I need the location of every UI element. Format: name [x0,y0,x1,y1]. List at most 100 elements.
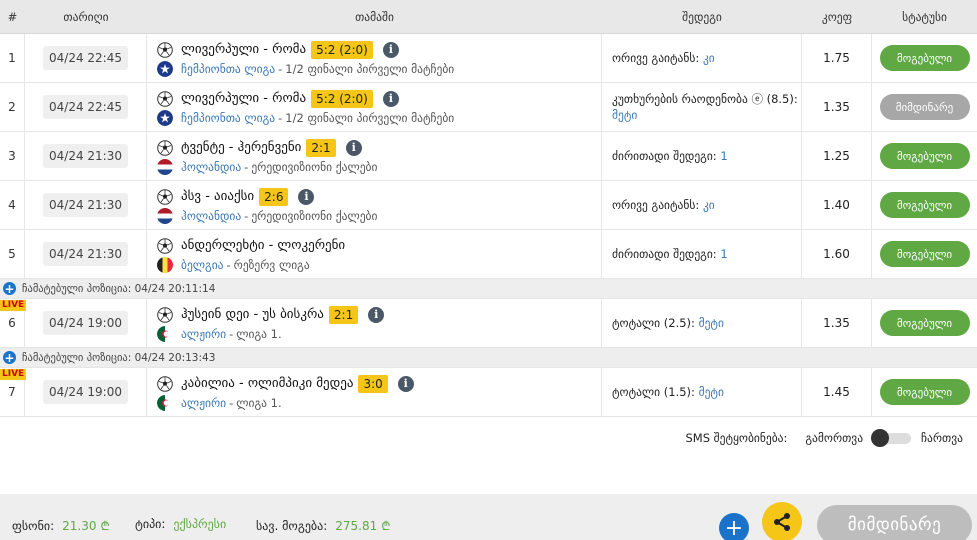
football-icon [157,90,173,107]
football-icon [157,188,173,205]
added-position-text: ჩამატებული პოზიცია: 04/24 20:11:14 [22,282,216,295]
plus-icon[interactable]: + [3,282,16,295]
table-row: 3 04/24 21:30 ტვენტე - ჰერენვენი 2:1 i ჰოლანდ… [0,132,977,181]
country-name[interactable]: ალჟირი [181,396,226,410]
share-icon [774,513,790,531]
country-name[interactable]: ალჟირი [181,327,226,341]
date-pill: 04/24 21:30 [43,193,128,217]
add-button[interactable]: + [719,513,749,540]
match-teams[interactable]: კაბილია - ოლიმპიკი მედეა [181,376,353,391]
date-pill: 04/24 19:00 [43,380,128,404]
date-cell: 04/24 22:45 [25,83,147,131]
match-teams[interactable]: ტვენტე - ჰერენვენი [181,140,301,155]
separator: - [278,110,283,125]
status-badge[interactable]: მოგებული [879,45,970,71]
status-badge[interactable]: მიმდინარე [879,94,970,120]
date-cell: 04/24 22:45 [25,34,147,82]
country-name[interactable]: ჰოლანდია [181,209,241,223]
table-row: LIVE 7 04/24 19:00 კაბილია - ოლიმპიკი მედეა… [0,368,977,417]
lari-icon: ₾ [381,519,391,533]
stake-label: ფსონი: [12,518,55,533]
football-icon [157,306,173,323]
match-cell: ჰუსეინ დეი - უს ბისკრა 2:1 i ალჟირი - ლიგა 1. [147,299,602,347]
footer-bar: ფსონი: 21.30 ₾ ტიპი: ექსპრესი სავ. მოგებ… [0,494,977,540]
status-badge[interactable]: მოგებული [879,241,970,267]
separator: - [244,159,249,174]
country-name[interactable]: ჰოლანდია [181,160,241,174]
type-value: ექსპრესი [173,517,227,531]
info-icon[interactable]: i [345,139,362,156]
info-icon[interactable]: i [298,188,315,205]
header-odds: კოეფ [821,9,853,24]
status-cell: მოგებული [872,34,977,82]
bet-rows: 1 04/24 22:45 ლივერპული - რომა 5:2 (2:0) i ჩე… [0,34,977,417]
champions-league-icon [157,60,173,77]
match-cell: კაბილია - ოლიმპიკი მედეა 3:0 i ალჟირი - ლიგა … [147,368,602,416]
status-badge[interactable]: მოგებული [879,192,970,218]
added-position-row: + ჩამატებული პოზიცია: 04/24 20:13:43 [0,348,977,368]
header-result: შედეგი [682,9,722,24]
algeria-flag-icon [157,394,173,411]
pending-status-button[interactable]: მიმდინარე [817,505,972,540]
date-pill: 04/24 21:30 [43,242,128,266]
header-num: # [7,9,18,24]
info-icon[interactable]: i [397,375,414,392]
lari-icon: ₾ [100,519,110,533]
status-cell: მოგებული [872,230,977,278]
status-badge[interactable]: მოგებული [879,310,970,336]
match-teams[interactable]: ლივერპული - რომა [181,42,306,57]
football-icon [157,41,173,58]
bet-slip-page: # თარიღი თამაში შედეგი კოეფ სტატუსი 1 04/… [0,0,977,540]
match-teams[interactable]: ლივერპული - რომა [181,91,306,106]
score-badge: 3:0 [358,374,388,393]
plus-icon[interactable]: + [3,351,16,364]
row-number: LIVE 6 [0,299,27,347]
status-badge[interactable]: მოგებული [879,379,970,405]
match-teams[interactable]: ანდერლეხტი - ლოკერენი [181,238,345,253]
country-name[interactable]: ბელგია [181,258,224,272]
match-cell: ლივერპული - რომა 5:2 (2:0) i ჩემპიონთა ლიგა… [147,83,602,131]
share-button[interactable] [762,502,802,540]
info-icon[interactable]: i [382,90,399,107]
country-name[interactable]: ჩემპიონთა ლიგა [181,111,275,125]
result-cell: კუთხურების რაოდენობა ⓔ (8.5): მეტი [602,83,802,131]
status-cell: მოგებული [872,132,977,180]
country-name[interactable]: ჩემპიონთა ლიგა [181,62,275,76]
sms-toggle-switch[interactable] [871,429,913,447]
football-icon [157,375,173,392]
separator: - [229,326,234,341]
bet-pick: 1 [720,149,728,163]
added-position-row: + ჩამატებული პოზიცია: 04/24 20:11:14 [0,279,977,299]
info-icon[interactable]: i [368,306,385,323]
score-badge: 2:1 [328,305,359,324]
odds-cell: 1.40 [802,181,872,229]
status-cell: მოგებული [872,181,977,229]
bet-market: კუთხურების რაოდენობა ⓔ (8.5): [612,92,798,106]
match-teams[interactable]: პსვ - აიაქსი [181,189,254,204]
table-row: LIVE 6 04/24 19:00 ჰუსეინ დეი - უს ბისკრა 2:… [0,299,977,348]
odds-cell: 1.75 [802,34,872,82]
date-pill: 04/24 21:30 [43,144,128,168]
date-cell: 04/24 21:30 [25,230,147,278]
league-name: რეზერვ ლიგა [233,257,310,272]
info-icon[interactable]: i [382,41,399,58]
row-number: 2 [0,83,25,131]
result-cell: ტოტალი (2.5): მეტი [602,299,802,347]
header-date: თარიღი [63,9,109,24]
result-cell: ტოტალი (1.5): მეტი [602,368,802,416]
header-match: თამაში [355,9,394,24]
row-number: 5 [0,230,25,278]
netherlands-flag-icon [157,207,173,224]
sms-off-label: გამორთვა [805,431,864,445]
row-number-text: 4 [8,198,16,212]
status-badge[interactable]: მოგებული [879,143,970,169]
separator: - [278,61,283,76]
table-row: 2 04/24 22:45 ლივერპული - რომა 5:2 (2:0) i ჩე… [0,83,977,132]
score-badge: 5:2 (2:0) [311,89,373,108]
score-badge: 2:6 [259,187,289,206]
bet-pick: მეტი [698,385,724,399]
result-cell: ძირითადი შედეგი: 1 [602,230,802,278]
match-teams[interactable]: ჰუსეინ დეი - უს ბისკრა [181,307,324,322]
bet-market: ორივე გაიტანს: [612,51,700,65]
champions-league-icon [157,109,173,126]
